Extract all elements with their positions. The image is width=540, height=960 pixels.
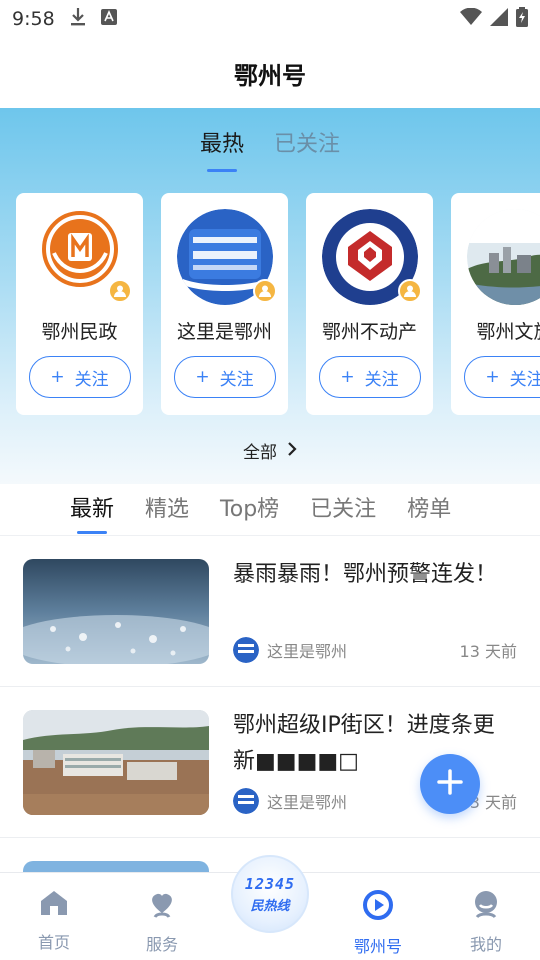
follow-label: 关注 [74, 369, 109, 390]
signal-icon [490, 7, 508, 31]
profile-icon [471, 889, 501, 923]
nav-label: 首页 [37, 933, 70, 952]
wifi-icon [460, 7, 482, 31]
hotline-number: 12345 [244, 874, 296, 893]
text-notification-icon [100, 8, 117, 30]
tab-featured[interactable]: 精选 [145, 484, 189, 536]
account-name: 鄂州文旅 [476, 321, 540, 343]
account-card[interactable]: 鄂州不动产 + 关注 [306, 193, 433, 415]
account-name: 鄂州民政 [41, 321, 118, 343]
tab-rankings[interactable]: 榜单 [407, 484, 451, 536]
status-time: 9:58 [12, 8, 55, 30]
article-thumbnail [23, 710, 209, 815]
title-bar: 鄂州号 [0, 38, 540, 108]
verified-badge-icon [397, 279, 422, 303]
status-bar: 9:58 [0, 0, 540, 38]
account-card[interactable]: 这里是鄂州 + 关注 [161, 193, 288, 415]
follow-label: 关注 [509, 369, 540, 390]
tab-latest[interactable]: 最新 [70, 484, 114, 536]
verified-badge-icon [107, 279, 132, 303]
nav-ezhou-hao[interactable]: 鄂州号 [324, 873, 432, 960]
account-avatar-wrap [321, 209, 422, 305]
verified-badge-icon [252, 279, 277, 303]
article-time: 13 天前 [459, 642, 517, 661]
account-card[interactable]: 鄂州民政 + 关注 [16, 193, 143, 415]
page-title: 鄂州号 [234, 61, 306, 90]
hot-accounts-section: 最热 已关注 鄂州民政 + 关注 这里是鄂州 + 关注 鄂州不动产 + 关注 鄂… [0, 108, 540, 484]
source-avatar [233, 788, 259, 814]
wenlv-logo [466, 209, 540, 305]
plus-icon: + [485, 367, 500, 387]
tab-top-list[interactable]: Top榜 [220, 484, 279, 536]
see-all-link[interactable]: 全部 [0, 438, 540, 463]
tab-hottest[interactable]: 最热 [200, 126, 244, 172]
account-name: 这里是鄂州 [176, 321, 272, 343]
download-icon [69, 7, 87, 32]
article-thumbnail [23, 559, 209, 664]
tab-followed-feed[interactable]: 已关注 [310, 484, 376, 536]
chevron-right-icon [287, 441, 297, 461]
hero-tabs: 最热 已关注 [0, 126, 540, 172]
nav-label: 服务 [145, 935, 178, 954]
follow-button[interactable]: + 关注 [318, 356, 421, 398]
article-source: 这里是鄂州 [267, 642, 348, 661]
article-item[interactable]: 暴雨暴雨！鄂州预警连发！ 这里是鄂州 13 天前 [0, 537, 540, 687]
heart-hand-icon [147, 889, 177, 923]
account-avatar-wrap [466, 209, 540, 305]
follow-label: 关注 [364, 369, 399, 390]
home-icon [39, 889, 69, 921]
plus-icon [436, 768, 464, 800]
account-card[interactable]: 鄂州文旅 + 关注 [451, 193, 540, 415]
source-avatar [233, 637, 259, 663]
hotline-12345-button[interactable]: 12345 民热线 [231, 855, 309, 933]
article-source: 这里是鄂州 [267, 793, 348, 812]
create-post-button[interactable] [420, 754, 480, 814]
article-title: 暴雨暴雨！鄂州预警连发！ [233, 562, 498, 587]
account-cards: 鄂州民政 + 关注 这里是鄂州 + 关注 鄂州不动产 + 关注 鄂州文 + 关注 [16, 193, 540, 415]
plus-icon: + [340, 367, 355, 387]
feed-tabs: 最新 精选 Top榜 已关注 榜单 [0, 484, 540, 536]
follow-button[interactable]: + 关注 [28, 356, 131, 398]
see-all-label: 全部 [243, 443, 277, 463]
account-name: 鄂州不动产 [321, 321, 417, 343]
nav-profile[interactable]: 我的 [432, 873, 540, 960]
article-meta: 这里是鄂州 13 天前 [233, 637, 517, 663]
nav-home[interactable]: 首页 [0, 873, 108, 960]
play-icon [362, 889, 394, 925]
account-avatar-wrap [176, 209, 277, 305]
follow-button[interactable]: + 关注 [173, 356, 276, 398]
nav-label: 我的 [469, 935, 502, 954]
nav-label: 鄂州号 [353, 937, 402, 956]
plus-icon: + [50, 367, 65, 387]
nav-services[interactable]: 服务 [108, 873, 216, 960]
account-avatar-wrap [31, 209, 132, 305]
follow-label: 关注 [219, 369, 254, 390]
tab-followed[interactable]: 已关注 [274, 126, 340, 172]
follow-button[interactable]: + 关注 [463, 356, 540, 398]
hotline-label: 民热线 [250, 898, 290, 914]
plus-icon: + [195, 367, 210, 387]
battery-icon [516, 6, 528, 32]
